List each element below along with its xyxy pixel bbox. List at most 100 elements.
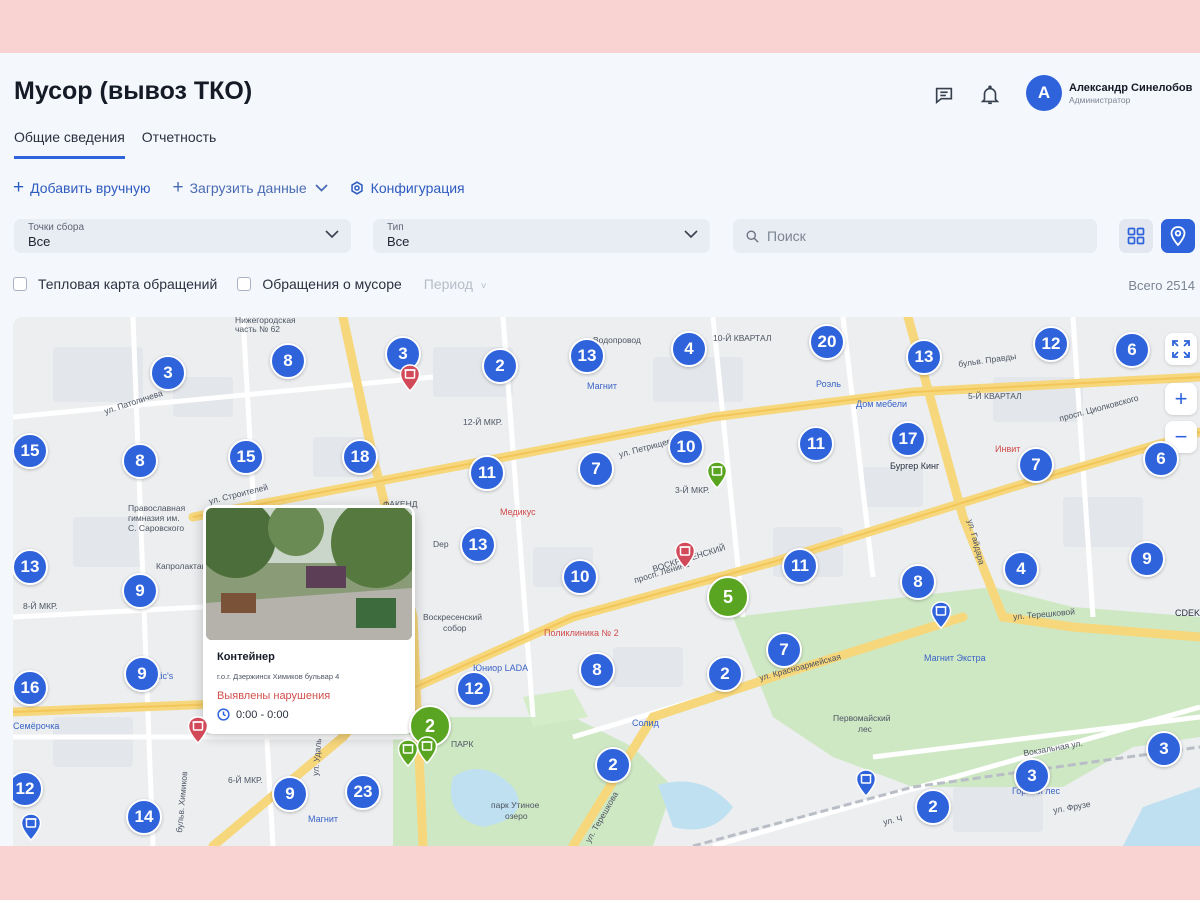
container-pin-icon[interactable] [416,736,438,764]
bell-icon[interactable] [978,83,1002,107]
map-cluster[interactable]: 2 [707,656,743,692]
expand-icon [1172,340,1190,358]
map-cluster[interactable]: 14 [126,799,162,835]
map-cluster[interactable]: 6 [1143,441,1179,477]
chevron-down-icon [684,230,698,239]
container-pin-icon[interactable] [706,461,728,489]
grid-icon [1127,227,1145,245]
container-pin-icon[interactable] [399,364,421,392]
map-cluster[interactable]: 17 [890,421,926,457]
container-pin-icon[interactable] [20,813,42,841]
plus-icon: + [1174,386,1188,411]
map-cluster[interactable]: 3 [150,355,186,391]
type-select[interactable]: Тип Все [373,219,710,253]
map-cluster[interactable]: 9 [272,776,308,812]
poi-label: Роэль [816,379,841,389]
chat-icon[interactable] [932,83,956,107]
poi-label: CDEK [1175,608,1200,618]
map-cluster[interactable]: 2 [915,789,951,825]
popup-violation-status: Выявлены нарушения [217,690,331,702]
fullscreen-button[interactable] [1165,333,1197,365]
map-label: парк Утиное [491,800,540,810]
checkbox-box[interactable] [237,277,252,291]
map-label: 6-Й МКР. [228,775,263,785]
map-cluster[interactable]: 11 [469,455,505,491]
period-label: Период [423,276,473,292]
avatar[interactable]: А [1026,75,1062,111]
map-cluster[interactable]: 8 [122,443,158,479]
map-cluster[interactable]: 9 [122,573,158,609]
add-manual-button[interactable]: + Добавить вручную [13,177,150,198]
map-cluster[interactable]: 4 [671,331,707,367]
poi-label: Медикус [500,507,536,517]
map-cluster-green[interactable]: 5 [707,576,749,618]
map-cluster[interactable]: 12 [456,671,492,707]
plus-icon: + [13,177,25,198]
tab-general[interactable]: Общие сведения [14,129,125,159]
map-cluster[interactable]: 13 [906,339,942,375]
poi-label: Юниор LADA [473,663,529,673]
map-cluster[interactable]: 7 [766,632,802,668]
map-cluster[interactable]: 15 [228,439,264,475]
map-view-button[interactable] [1161,219,1195,253]
user-info: Александр Синелобов Администратор [1069,82,1192,105]
container-pin-icon[interactable] [674,541,696,569]
map-cluster[interactable]: 12 [1033,326,1069,362]
map-cluster[interactable]: 2 [482,348,518,384]
tab-bar: Общие сведения Отчетность [14,129,233,159]
user-menu[interactable]: А Александр Синелобов Администратор [1026,75,1192,111]
map-label: часть № 62 [235,324,281,334]
poi-label: Бургер Кинг [890,461,940,471]
waste-requests-checkbox[interactable]: Обращения о мусоре [237,276,402,292]
zoom-in-button[interactable]: + [1165,383,1197,415]
map-cluster[interactable]: 7 [578,451,614,487]
map-cluster[interactable]: 11 [782,548,818,584]
points-select[interactable]: Точки сбора Все [14,219,351,253]
map-cluster[interactable]: 13 [569,338,605,374]
map-label: 12-Й МКР. [463,417,503,427]
container-popup[interactable]: Контейнер г.о.г. Дзержинск Химиков бульв… [203,505,415,734]
map-cluster[interactable]: 7 [1018,447,1054,483]
map-cluster[interactable]: 10 [668,429,704,465]
map-cluster[interactable]: 8 [270,343,306,379]
map-cluster[interactable]: 18 [342,439,378,475]
period-select[interactable]: Период ˅ [424,276,487,292]
map-cluster[interactable]: 16 [13,670,48,706]
container-pin-icon[interactable] [930,601,952,629]
map-cluster[interactable]: 13 [13,549,48,585]
tab-reports[interactable]: Отчетность [142,129,217,159]
map-cluster[interactable]: 15 [13,433,48,469]
map-cluster[interactable]: 23 [345,774,381,810]
configuration-button[interactable]: Конфигурация [350,180,465,196]
map-cluster[interactable]: 9 [1129,541,1165,577]
checkbox-box[interactable] [13,277,27,291]
poi-label: Солид [632,718,659,728]
heatmap-label: Тепловая карта обращений [38,276,218,292]
heatmap-checkbox[interactable]: Тепловая карта обращений [13,276,217,292]
map-label: Dep [433,539,449,549]
map-cluster[interactable]: 3 [1014,758,1050,794]
map-view[interactable]: ул. Патоличева 12-Й МКР. 8-Й МКР. ул. Ст… [13,317,1200,846]
poi-label: Дом мебели [856,399,908,409]
search-input[interactable]: Поиск [733,219,1097,253]
points-select-label: Точки сбора [28,222,85,233]
container-pin-icon[interactable] [855,769,877,797]
map-cluster[interactable]: 6 [1114,332,1150,368]
map-cluster[interactable]: 8 [900,564,936,600]
action-bar: + Добавить вручную + Загрузить данные Ко… [13,177,487,198]
map-cluster[interactable]: 9 [124,656,160,692]
poi-label: Магнит [587,381,618,391]
map-cluster[interactable]: 8 [579,652,615,688]
container-pin-icon[interactable] [187,716,209,744]
map-cluster[interactable]: 2 [595,747,631,783]
grid-view-button[interactable] [1119,219,1153,253]
map-cluster[interactable]: 4 [1003,551,1039,587]
map-cluster[interactable]: 3 [1146,731,1182,767]
type-select-label: Тип [387,222,404,233]
map-cluster[interactable]: 20 [809,324,845,360]
map-cluster[interactable]: 10 [562,559,598,595]
map-cluster[interactable]: 11 [798,426,834,462]
upload-data-button[interactable]: + Загрузить данные [172,178,328,197]
popup-time-row: 0:00 - 0:00 [217,708,415,721]
map-cluster[interactable]: 13 [460,527,496,563]
